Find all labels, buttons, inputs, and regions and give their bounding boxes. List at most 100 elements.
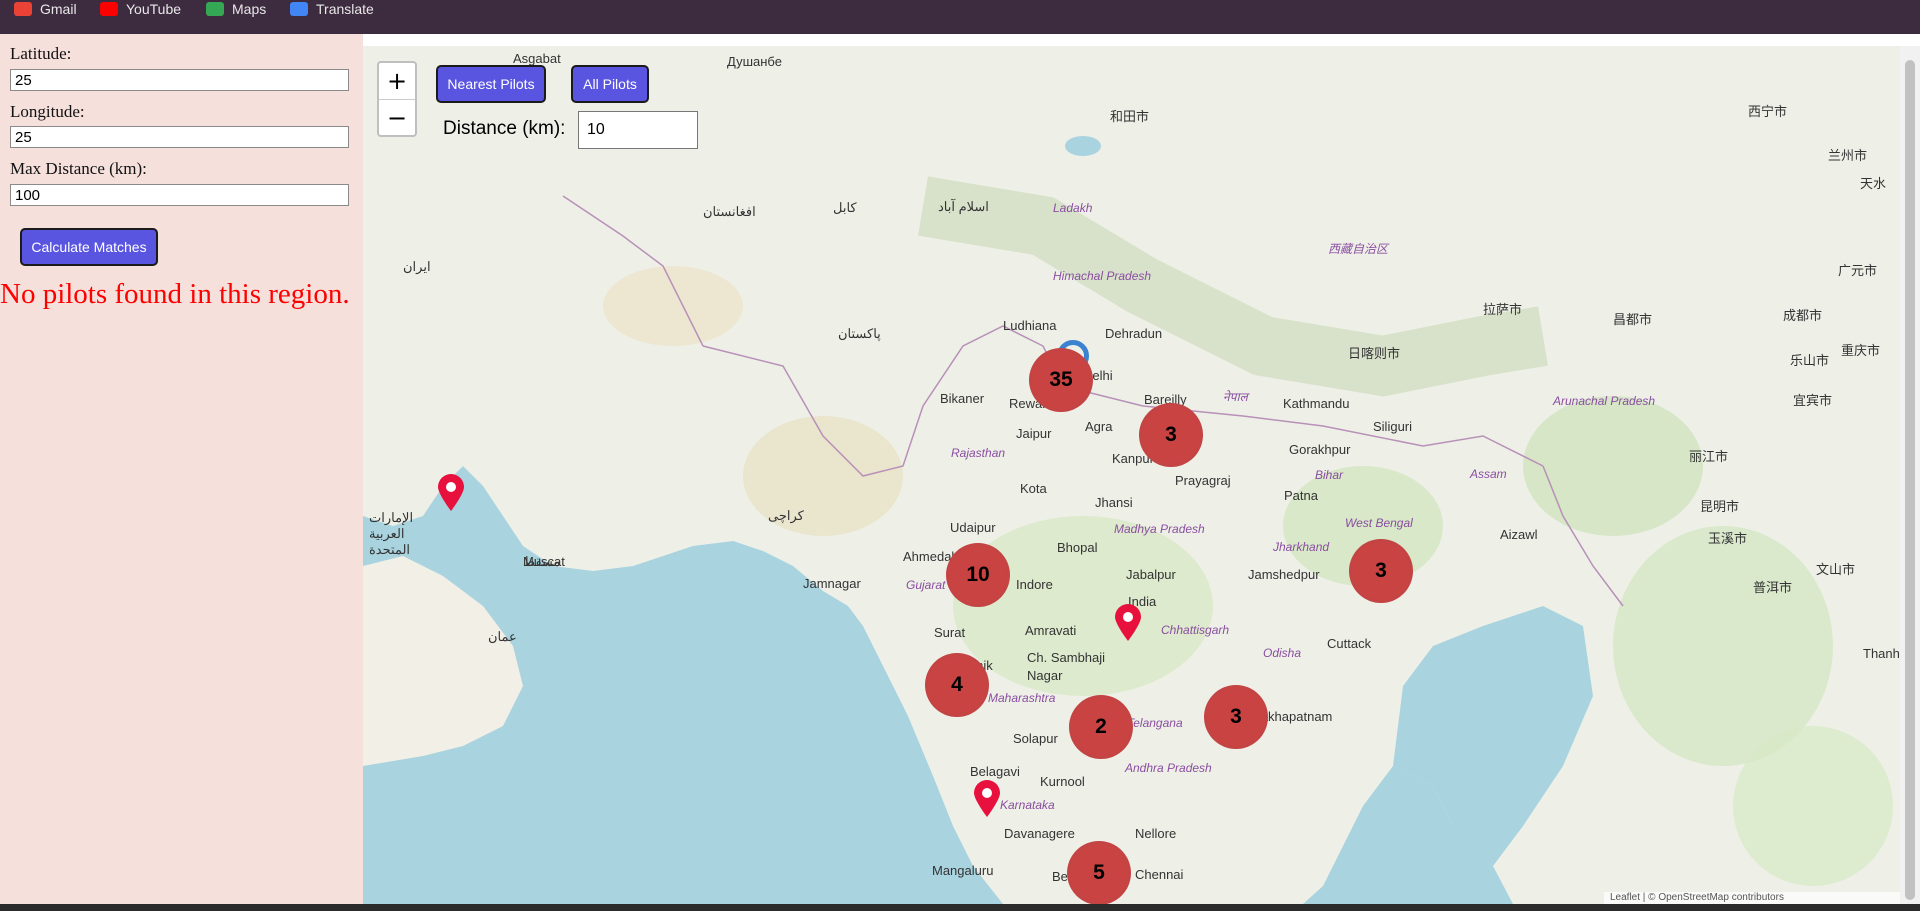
- max-distance-label: Max Distance (km):: [10, 159, 147, 178]
- map-label: Ch. Sambhaji Nagar: [1027, 650, 1106, 683]
- zoom-out-button[interactable]: −: [379, 100, 415, 136]
- latitude-input[interactable]: [10, 69, 349, 91]
- bookmark-gmail[interactable]: Gmail: [14, 0, 77, 18]
- map-label: 兰州市: [1828, 148, 1868, 163]
- pilot-cluster[interactable]: 3: [1349, 539, 1413, 603]
- bookmark-youtube[interactable]: YouTube: [100, 0, 181, 18]
- map-view[interactable]: Душанбе Asgabat Ladakh Himachal Pradesh …: [363, 46, 1900, 904]
- longitude-input[interactable]: [10, 126, 349, 148]
- pilot-cluster[interactable]: 10: [946, 543, 1010, 607]
- nearest-pilots-button[interactable]: Nearest Pilots: [436, 65, 546, 103]
- map-label: 广元市: [1838, 263, 1878, 278]
- map-label: اسلام آباد: [938, 199, 989, 214]
- map-label: Kurnool: [1040, 774, 1085, 789]
- max-distance-input[interactable]: [10, 184, 349, 206]
- map-pin-icon[interactable]: [436, 474, 466, 512]
- map-label: Dehradun: [1105, 326, 1163, 341]
- bookmarks-bar: Gmail YouTube Maps Translate: [0, 0, 1920, 34]
- map-label: 昌都市: [1613, 312, 1653, 327]
- map-label: پاکستان: [838, 326, 881, 341]
- page-scrollbar[interactable]: [1900, 46, 1920, 904]
- map-pin-icon[interactable]: [1113, 604, 1143, 642]
- map-label: Thanh: [1863, 646, 1900, 661]
- map-label: Asgabat: [513, 51, 561, 66]
- map-label: Jabalpur: [1126, 567, 1176, 582]
- map-pin-icon[interactable]: [972, 780, 1002, 818]
- pilot-cluster[interactable]: 5: [1067, 841, 1131, 904]
- map-label: 拉萨市: [1483, 302, 1523, 317]
- map-label: Aizawl: [1500, 527, 1538, 542]
- map-label: Agra: [1085, 419, 1113, 434]
- gmail-icon: [14, 2, 32, 16]
- maps-icon: [206, 2, 224, 16]
- map-label: Jamshedpur: [1248, 567, 1320, 582]
- map-label: 乐山市: [1790, 353, 1830, 368]
- map-label: Solapur: [1013, 731, 1058, 746]
- map-label: Telangana: [1127, 716, 1183, 730]
- map-label: مسقط: [523, 554, 561, 569]
- map-label: عمان: [488, 629, 517, 644]
- scrollbar-thumb[interactable]: [1905, 60, 1915, 900]
- map-label: Nellore: [1135, 826, 1177, 841]
- map-label: 宜宾市: [1793, 393, 1833, 408]
- map-label: Gujarat: [906, 578, 946, 592]
- map-label: افغانستان: [703, 204, 756, 219]
- map-label: Surat: [934, 625, 966, 640]
- map-label: Ladakh: [1053, 201, 1093, 215]
- pilot-cluster[interactable]: 4: [925, 653, 989, 717]
- distance-input[interactable]: [578, 111, 698, 149]
- search-panel: Latitude: Longitude: Max Distance (km): …: [0, 34, 363, 904]
- bookmark-translate[interactable]: Translate: [290, 0, 374, 18]
- pilot-cluster[interactable]: 3: [1204, 685, 1268, 749]
- map-label: Odisha: [1263, 646, 1302, 660]
- pilot-cluster[interactable]: 3: [1139, 403, 1203, 467]
- map-label: Siliguri: [1373, 419, 1413, 434]
- bookmark-maps[interactable]: Maps: [206, 0, 266, 18]
- no-results-message: No pilots found in this region.: [0, 278, 350, 310]
- longitude-label: Longitude:: [10, 102, 85, 121]
- bookmark-label: YouTube: [126, 1, 182, 17]
- pilot-cluster[interactable]: 35: [1029, 348, 1093, 412]
- map-label: Mangaluru: [932, 863, 994, 878]
- map-label: Jharkhand: [1273, 540, 1330, 554]
- bookmark-label: Maps: [232, 1, 267, 17]
- map-label: Patna: [1284, 488, 1318, 503]
- map-label: Jamnagar: [803, 576, 861, 591]
- youtube-icon: [100, 2, 118, 16]
- map-label: Bhopal: [1057, 540, 1098, 555]
- map-label: 成都市: [1783, 308, 1823, 323]
- map-label: 昆明市: [1700, 499, 1740, 514]
- map-label: Madhya Pradesh: [1114, 522, 1205, 536]
- all-pilots-button[interactable]: All Pilots: [571, 65, 649, 103]
- zoom-in-button[interactable]: +: [379, 63, 415, 100]
- map-label: Chennai: [1135, 867, 1184, 882]
- latitude-label: Latitude:: [10, 44, 72, 63]
- map-label: 和田市: [1110, 109, 1150, 124]
- map-label: Душанбе: [727, 54, 782, 69]
- map-label: Kathmandu: [1283, 396, 1350, 411]
- map-label: Jaipur: [1016, 426, 1052, 441]
- map-tiles: [363, 46, 1900, 904]
- map-label: Chhattisgarh: [1161, 623, 1230, 637]
- map-label: Andhra Pradesh: [1125, 761, 1212, 775]
- map-label: Belagavi: [970, 764, 1020, 779]
- pilot-cluster[interactable]: 2: [1069, 695, 1133, 759]
- map-label: Udaipur: [950, 520, 996, 535]
- map-label: الإمارات العربية المتحدة: [369, 510, 414, 557]
- map-label: Indore: [1016, 577, 1053, 592]
- map-label: Cuttack: [1327, 636, 1372, 651]
- map-label: 玉溪市: [1708, 531, 1748, 546]
- translate-icon: [290, 2, 308, 16]
- map-label: 西藏自治区: [1328, 242, 1389, 256]
- map-label: کابل: [833, 200, 857, 215]
- taskbar: [0, 904, 1920, 911]
- map-label: West Bengal: [1345, 516, 1413, 530]
- map-label: Arunachal Pradesh: [1553, 394, 1656, 408]
- calculate-matches-button[interactable]: Calculate Matches: [20, 228, 158, 266]
- map-label: Gorakhpur: [1289, 442, 1351, 457]
- map-label: Maharashtra: [988, 691, 1056, 705]
- map-label: Himachal Pradesh: [1053, 269, 1152, 283]
- map-label: 普洱市: [1753, 580, 1793, 595]
- map-attribution[interactable]: Leaflet | © OpenStreetMap contributors: [1604, 892, 1900, 904]
- map-label: 日喀则市: [1348, 346, 1401, 361]
